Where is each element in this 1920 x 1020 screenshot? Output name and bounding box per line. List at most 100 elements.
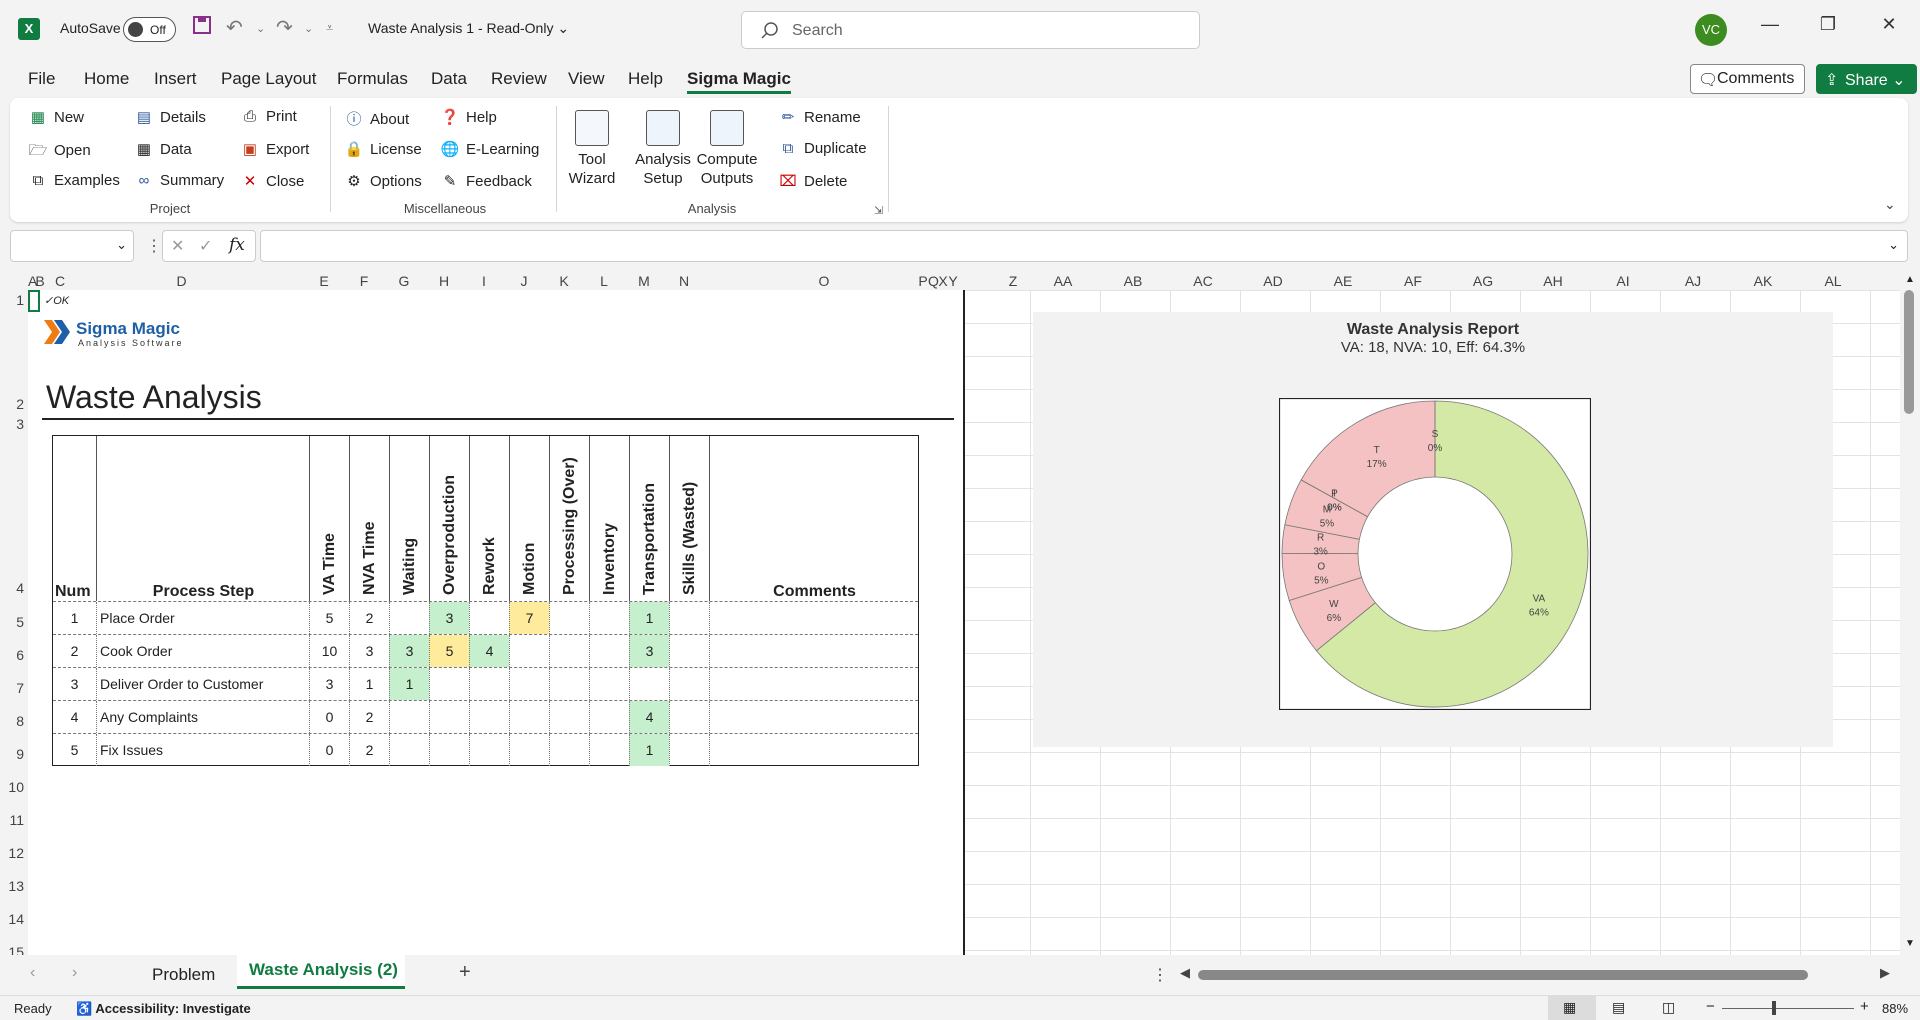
- freeze-pane-divider[interactable]: [963, 290, 965, 955]
- col-header[interactable]: AD: [1238, 273, 1308, 289]
- nva-cell[interactable]: 2: [349, 602, 389, 634]
- summary-button[interactable]: ∞ Summary: [134, 172, 225, 189]
- col-header[interactable]: AC: [1168, 273, 1238, 289]
- waiting-cell[interactable]: [389, 602, 429, 634]
- col-header[interactable]: H: [424, 273, 464, 289]
- compute-outputs-button[interactable]: Compute Outputs: [694, 110, 760, 188]
- restore-icon[interactable]: ❐: [1813, 14, 1843, 35]
- zoom-level[interactable]: 88%: [1882, 1001, 1908, 1016]
- overproduction-cell[interactable]: [429, 734, 469, 766]
- duplicate-button[interactable]: ⧉ Duplicate: [778, 140, 867, 157]
- col-header[interactable]: I: [464, 273, 504, 289]
- transportation-cell[interactable]: 4: [629, 701, 669, 733]
- col-header[interactable]: AK: [1728, 273, 1798, 289]
- inventory-cell[interactable]: [589, 734, 629, 766]
- num-cell[interactable]: 3: [53, 668, 96, 700]
- skills-cell[interactable]: [669, 734, 709, 766]
- inventory-cell[interactable]: [589, 635, 629, 667]
- col-header[interactable]: J: [504, 273, 544, 289]
- comments-cell[interactable]: [709, 668, 918, 700]
- add-sheet-icon[interactable]: +: [459, 961, 471, 984]
- col-header[interactable]: AE: [1308, 273, 1378, 289]
- menu-page-layout[interactable]: Page Layout: [221, 69, 316, 89]
- va-cell[interactable]: 10: [309, 635, 349, 667]
- delete-button[interactable]: ⌧ Delete: [778, 172, 847, 190]
- inventory-cell[interactable]: [589, 701, 629, 733]
- open-button[interactable]: 🗁 Open: [28, 140, 91, 165]
- more-sheets-icon[interactable]: ⋮: [1152, 965, 1168, 985]
- data-button[interactable]: ▦ Data: [134, 140, 192, 158]
- row-header[interactable]: 7: [0, 680, 24, 696]
- skills-cell[interactable]: [669, 602, 709, 634]
- menu-review[interactable]: Review: [491, 69, 547, 89]
- search-box[interactable]: Search: [741, 11, 1200, 49]
- row-header[interactable]: 3: [0, 416, 24, 432]
- col-header[interactable]: L: [584, 273, 624, 289]
- zoom-in-icon[interactable]: +: [1860, 998, 1869, 1015]
- formula-input[interactable]: ⌄: [260, 230, 1908, 262]
- prev-sheet-icon[interactable]: ‹: [30, 964, 35, 982]
- step-cell[interactable]: Fix Issues: [96, 734, 309, 766]
- overproduction-cell[interactable]: 5: [429, 635, 469, 667]
- col-header[interactable]: AI: [1588, 273, 1658, 289]
- transportation-cell[interactable]: 3: [629, 635, 669, 667]
- scroll-left-icon[interactable]: ◀: [1180, 965, 1190, 981]
- col-header[interactable]: K: [544, 273, 584, 289]
- motion-cell[interactable]: [509, 734, 549, 766]
- skills-cell[interactable]: [669, 668, 709, 700]
- col-header[interactable]: X: [938, 273, 948, 289]
- col-header[interactable]: AJ: [1658, 273, 1728, 289]
- scroll-up-icon[interactable]: ▲: [1905, 274, 1915, 285]
- menu-file[interactable]: File: [28, 69, 55, 89]
- rework-cell[interactable]: [469, 602, 509, 634]
- user-avatar[interactable]: VC: [1695, 14, 1727, 46]
- row-header[interactable]: 8: [0, 713, 24, 729]
- processing-cell[interactable]: [549, 602, 589, 634]
- expand-formula-icon[interactable]: ⌄: [1888, 237, 1899, 253]
- waiting-cell[interactable]: 3: [389, 635, 429, 667]
- row-header[interactable]: 6: [0, 647, 24, 663]
- page-break-view-icon[interactable]: ◫: [1662, 999, 1675, 1016]
- about-button[interactable]: ⓘ About: [344, 108, 409, 129]
- feedback-button[interactable]: ✎ Feedback: [440, 172, 532, 190]
- examples-button[interactable]: ⧉ Examples: [28, 172, 120, 189]
- dialog-launcher-icon[interactable]: ⇲: [874, 204, 883, 217]
- waiting-cell[interactable]: 1: [389, 668, 429, 700]
- row-header[interactable]: 12: [0, 845, 24, 861]
- tool-wizard-button[interactable]: Tool Wizard: [564, 110, 620, 188]
- waiting-cell[interactable]: [389, 734, 429, 766]
- overproduction-cell[interactable]: [429, 701, 469, 733]
- motion-cell[interactable]: [509, 668, 549, 700]
- rework-cell[interactable]: [469, 734, 509, 766]
- document-title[interactable]: Waste Analysis 1 - Read-Only ⌄: [368, 20, 569, 37]
- more-options-icon[interactable]: ⋮: [146, 236, 162, 256]
- step-cell[interactable]: Place Order: [96, 602, 309, 634]
- overproduction-cell[interactable]: [429, 668, 469, 700]
- processing-cell[interactable]: [549, 668, 589, 700]
- va-cell[interactable]: 0: [309, 701, 349, 733]
- comments-cell[interactable]: [709, 635, 918, 667]
- motion-cell[interactable]: 7: [509, 602, 549, 634]
- skills-cell[interactable]: [669, 701, 709, 733]
- export-button[interactable]: ▣ Export: [240, 140, 309, 158]
- menu-view[interactable]: View: [568, 69, 605, 89]
- step-cell[interactable]: Cook Order: [96, 635, 309, 667]
- col-header[interactable]: AB: [1098, 273, 1168, 289]
- redo-icon[interactable]: ↷: [276, 15, 293, 40]
- inventory-cell[interactable]: [589, 668, 629, 700]
- autosave-toggle[interactable]: Off: [123, 17, 176, 42]
- license-button[interactable]: 🔒 License: [344, 140, 422, 158]
- processing-cell[interactable]: [549, 734, 589, 766]
- close-window-icon[interactable]: ✕: [1874, 14, 1904, 35]
- next-sheet-icon[interactable]: ›: [72, 964, 77, 982]
- va-cell[interactable]: 5: [309, 602, 349, 634]
- row-header[interactable]: 9: [0, 746, 24, 762]
- zoom-slider[interactable]: [1722, 1008, 1854, 1009]
- undo-dropdown-icon[interactable]: ⌄: [256, 22, 265, 35]
- function-icon[interactable]: fx: [229, 235, 245, 255]
- zoom-out-icon[interactable]: −: [1706, 998, 1715, 1015]
- nva-cell[interactable]: 2: [349, 734, 389, 766]
- menu-formulas[interactable]: Formulas: [337, 69, 408, 89]
- col-header[interactable]: Y: [948, 273, 958, 289]
- col-header[interactable]: AA: [1028, 273, 1098, 289]
